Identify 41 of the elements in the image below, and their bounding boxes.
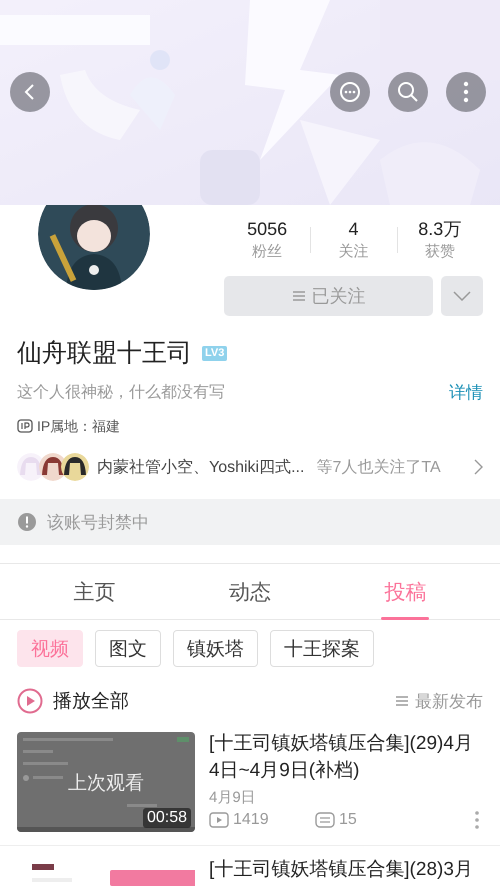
menu-icon [292,290,306,302]
chat-bubble-icon [338,80,362,104]
ip-icon [17,419,33,433]
ip-location: IP属地：福建 [37,417,120,436]
play-count-icon [209,812,229,828]
filter-chip[interactable]: 十王探案 [270,630,374,667]
tab[interactable]: 动态 [172,564,328,619]
video-duration: 00:58 [142,808,191,828]
video-date: 4月9日 [209,788,257,807]
banned-notice: 该账号封禁中 [47,512,149,534]
play-all-button[interactable]: 播放全部 [53,688,129,714]
comment-count: 15 [339,811,357,829]
stat-value: 8.3万 [418,218,462,241]
filter-chip[interactable]: 图文 [95,630,161,667]
video-title[interactable]: [十王司镇妖塔镇压合集](29)4月4日~4月9日(补档) [209,730,483,784]
more-icon[interactable] [475,811,479,829]
user-name: 仙舟联盟十王司 [17,338,192,369]
view-count: 1419 [233,811,269,829]
dropdown-button[interactable] [441,276,483,316]
filter-chip[interactable]: 镇妖塔 [173,630,258,667]
stat-label: 粉丝 [252,242,282,262]
more-icon [463,81,469,103]
details-link[interactable]: 详情 [449,382,483,404]
comment-icon [315,812,335,828]
bio-text: 这个人很神秘，什么都没有写 [17,382,225,403]
stat-value: 4 [348,218,358,241]
chevron-right-icon [473,459,483,475]
stat-label: 关注 [338,242,368,262]
stat-label: 获赞 [424,242,455,262]
follower-avatar [61,453,89,481]
level-badge: LV3 [202,346,228,360]
play-icon[interactable] [17,688,43,714]
stat-value: 5056 [247,218,288,241]
video-title[interactable]: [十王司镇妖塔镇压合集](28)3月 [209,856,483,883]
last-watched-label: 上次观看 [67,772,145,796]
mutual-followers-names[interactable]: 内蒙社管小空、Yoshiki四式... [97,456,304,478]
search-icon [396,80,420,104]
menu-icon [395,695,409,707]
chevron-down-icon [453,291,471,301]
warning-icon [17,512,37,532]
tab[interactable]: 主页 [17,564,172,619]
